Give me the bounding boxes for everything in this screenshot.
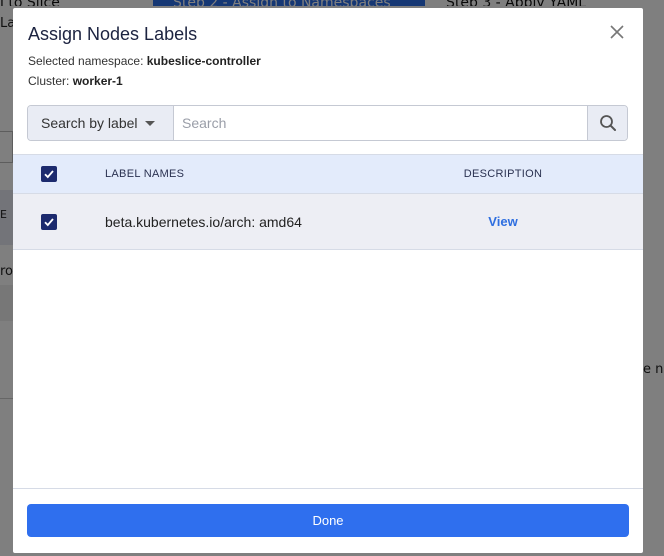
close-icon	[610, 25, 624, 39]
cluster-value: worker-1	[72, 74, 123, 88]
namespace-value: kubeslice-controller	[146, 54, 261, 68]
search-icon	[599, 115, 616, 131]
assign-node-labels-dialog: Assign Nodes Labels Selected namespace: …	[13, 8, 643, 553]
row-label-name: beta.kubernetes.io/arch: amd64	[105, 213, 302, 230]
namespace-label: Selected namespace:	[28, 54, 144, 68]
labels-table: LABEL NAMES DESCRIPTION beta.kubernetes.…	[13, 154, 643, 250]
view-description-link[interactable]: View	[488, 214, 517, 229]
search-bar: Search by label	[27, 105, 628, 141]
chevron-down-icon	[144, 120, 155, 126]
table-header: LABEL NAMES DESCRIPTION	[13, 154, 643, 194]
row-checkbox[interactable]	[41, 213, 57, 230]
done-button[interactable]: Done	[27, 504, 629, 537]
select-all-checkbox[interactable]	[41, 166, 57, 182]
cluster-line: Cluster: worker-1	[28, 74, 123, 88]
check-icon	[44, 170, 54, 179]
column-header-description: DESCRIPTION	[463, 168, 543, 180]
search-type-select[interactable]: Search by label	[28, 106, 174, 140]
table-row: beta.kubernetes.io/arch: amd64 View	[13, 194, 643, 250]
cluster-label: Cluster:	[28, 74, 70, 88]
dialog-title: Assign Nodes Labels	[28, 24, 198, 44]
search-type-value: Search by label	[41, 115, 138, 131]
close-button[interactable]	[605, 20, 629, 44]
search-button[interactable]	[587, 106, 627, 140]
selected-namespace-line: Selected namespace: kubeslice-controller	[28, 54, 261, 68]
footer-divider	[13, 488, 643, 489]
search-input[interactable]	[174, 106, 587, 140]
column-header-label-names: LABEL NAMES	[105, 168, 185, 180]
check-icon	[44, 217, 54, 226]
